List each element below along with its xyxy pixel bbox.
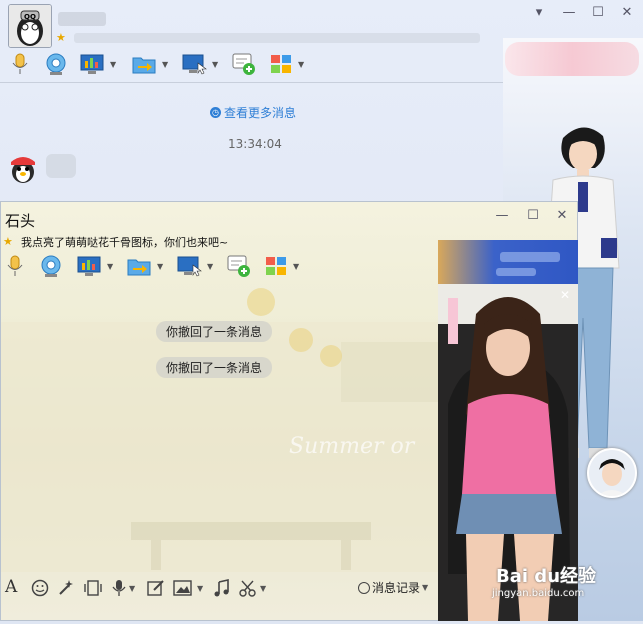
boy-avatar-icon (589, 450, 635, 496)
contact-name-blurred (58, 12, 106, 26)
music-icon[interactable] (213, 579, 231, 597)
close-button[interactable]: ✕ (618, 4, 636, 22)
chevron-down-icon[interactable]: ▼ (260, 584, 266, 593)
close-video-icon[interactable]: ✕ (558, 288, 572, 302)
chevron-down-icon[interactable]: ▼ (207, 262, 213, 271)
chevron-down-icon[interactable]: ▼ (298, 60, 304, 69)
front-toolbar: ▼ ▼ ▼ ▼ (1, 254, 311, 280)
apps-grid-icon[interactable] (270, 54, 292, 74)
more-messages-label: 查看更多消息 (224, 106, 297, 120)
status-message-blurred (74, 33, 480, 43)
message-history-label: 消息记录 (372, 581, 421, 595)
skin-menu-button[interactable]: ▾ (530, 4, 548, 22)
message-bubble-blurred (46, 154, 76, 178)
ad-text-blurred (500, 252, 560, 262)
svg-text:QQ: QQ (24, 13, 36, 21)
webcam-icon[interactable] (44, 52, 68, 76)
recalled-message-notice: 你撤回了一条消息 (156, 321, 273, 342)
chevron-down-icon: ▼ (422, 583, 429, 592)
remote-desktop-icon[interactable] (182, 53, 208, 75)
minimize-button[interactable]: — (493, 207, 511, 225)
screen-share-icon[interactable] (77, 255, 101, 277)
voice-message-icon[interactable] (111, 579, 127, 597)
input-toolbar: A ▼ ▼ ▼ 消息记录 ▼ (1, 576, 439, 600)
chevron-down-icon[interactable]: ▼ (107, 262, 113, 271)
screen-shake-icon[interactable] (83, 579, 103, 597)
ad-text-blurred (496, 268, 536, 276)
file-transfer-icon[interactable] (132, 53, 156, 75)
ad-banner-blurred (505, 42, 639, 76)
doodle-icon[interactable] (147, 579, 165, 597)
chevron-down-icon[interactable]: ▼ (162, 60, 168, 69)
new-discussion-icon[interactable] (232, 53, 256, 75)
toolbar-divider (0, 82, 503, 83)
contact-name: 石头 (5, 212, 36, 230)
file-transfer-icon[interactable] (127, 255, 151, 277)
view-more-messages-link[interactable]: ◷ 查看更多消息 (210, 104, 296, 121)
star-icon: ★ (56, 31, 66, 44)
recalled-message-notice: 你撤回了一条消息 (156, 357, 273, 378)
emoji-icon[interactable] (31, 579, 49, 597)
new-discussion-icon[interactable] (227, 255, 251, 277)
chevron-down-icon[interactable]: ▼ (129, 584, 135, 593)
chevron-down-icon[interactable]: ▼ (197, 584, 203, 593)
image-icon[interactable] (173, 579, 193, 597)
status-message: 我点亮了萌萌哒花千骨图标，你们也来吧~ (21, 236, 229, 249)
contact-avatar[interactable]: QQ (8, 4, 52, 48)
baidu-brand: Bai du经验 (496, 566, 597, 587)
microphone-icon[interactable] (5, 254, 25, 278)
message-history-button[interactable]: 消息记录 ▼ (358, 579, 428, 596)
baidu-watermark: Bai du经验 jingyan.baidu.com (492, 562, 636, 599)
font-icon[interactable]: A (5, 577, 17, 597)
remote-desktop-icon[interactable] (177, 255, 203, 277)
message-timestamp: 13:34:04 (228, 137, 282, 151)
maximize-button[interactable]: ☐ (589, 4, 607, 22)
screenshot-icon[interactable] (239, 579, 257, 597)
star-icon: ★ (3, 235, 13, 248)
chevron-down-icon[interactable]: ▼ (157, 262, 163, 271)
chevron-down-icon[interactable]: ▼ (212, 60, 218, 69)
magic-icon[interactable] (57, 579, 75, 597)
chevron-down-icon[interactable]: ▼ (293, 262, 299, 271)
webcam-icon[interactable] (39, 254, 63, 278)
background-watermark-text: Summer or (289, 434, 415, 459)
clock-icon: ◷ (210, 107, 221, 118)
screen-share-icon[interactable] (80, 53, 104, 75)
contact-mini-avatar[interactable] (587, 448, 637, 498)
sender-avatar-icon[interactable] (8, 152, 38, 184)
apps-grid-icon[interactable] (265, 256, 287, 276)
ad-banner-top (438, 240, 578, 284)
microphone-icon[interactable] (10, 52, 30, 76)
baidu-url: jingyan.baidu.com (492, 588, 585, 599)
minimize-button[interactable]: — (560, 4, 578, 22)
close-button[interactable]: ✕ (553, 207, 571, 225)
chevron-down-icon[interactable]: ▼ (110, 60, 116, 69)
maximize-button[interactable]: ☐ (524, 207, 542, 225)
back-toolbar: ▼ ▼ ▼ ▼ (6, 52, 306, 78)
clock-icon (358, 581, 370, 594)
qq-penguin-avatar-icon: QQ (9, 5, 51, 47)
